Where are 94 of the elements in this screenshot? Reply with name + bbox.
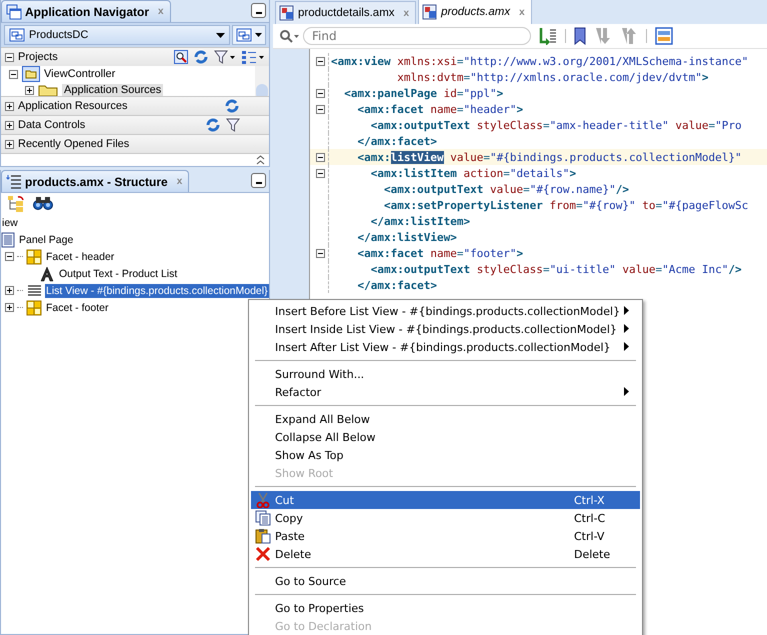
tree-node[interactable]: Output Text - Product List <box>58 266 178 280</box>
collapse-toggle[interactable] <box>5 252 14 261</box>
collapse-toggle[interactable] <box>316 248 325 258</box>
window-icon <box>9 28 25 42</box>
chevron-icon[interactable] <box>256 155 265 165</box>
code-arrow-icon[interactable] <box>539 27 557 45</box>
code-line: xmlns:dvtm="http://xmlns.oracle.com/jdev/dvtm"> <box>396 70 708 84</box>
collapse-toggle[interactable] <box>5 52 14 62</box>
folder-icon <box>22 66 40 82</box>
collapse-toggle[interactable] <box>316 152 325 162</box>
submenu-arrow-icon <box>624 386 629 396</box>
panel-title: Application Navigator <box>25 4 150 18</box>
find-field[interactable]: Find <box>303 27 531 45</box>
menu-item[interactable]: Copy Ctrl-C <box>251 509 640 527</box>
application-dropdown[interactable]: ProductsDC <box>4 25 230 45</box>
code-line: <amx:outputText styleClass="ui-title" value="Acme Inc"/> <box>370 262 742 276</box>
binoculars-icon[interactable] <box>33 195 53 211</box>
code-line: </amx:listView> <box>356 230 457 244</box>
file-tab[interactable]: products.amx x <box>418 0 532 24</box>
minimize-button[interactable] <box>251 173 266 188</box>
list-icon <box>26 284 42 298</box>
collapse-toggle[interactable] <box>316 168 325 178</box>
dropdown-arrow-icon <box>216 32 225 38</box>
menu-item[interactable]: Cut Ctrl-X <box>251 491 640 509</box>
code-line: <amx:listItem action="details"> <box>370 166 576 180</box>
collapse-toggle[interactable] <box>316 56 325 66</box>
collapse-toggle[interactable] <box>9 70 18 78</box>
expand-toggle[interactable] <box>5 286 14 295</box>
menu-item[interactable]: Surround With... <box>251 365 640 383</box>
menu-item[interactable]: Delete Delete <box>251 545 640 563</box>
clipboard-icon <box>255 528 271 544</box>
filter-icon[interactable] <box>226 118 240 132</box>
menu-item[interactable]: Insert After List View - #{bindings.products.collectionModel} <box>251 338 640 356</box>
page-icon <box>1 232 15 248</box>
code-line: </amx:facet> <box>356 134 437 148</box>
code-line: </amx:facet> <box>356 278 437 292</box>
tree-options-icon[interactable] <box>241 50 265 64</box>
menu-item[interactable]: Insert Inside List View - #{bindings.products.collectionModel} <box>251 320 640 338</box>
copy-icon <box>255 510 271 526</box>
tree-node[interactable]: Facet - footer <box>45 300 110 314</box>
scissors-icon <box>255 492 271 508</box>
panel-icon[interactable] <box>655 27 673 45</box>
refresh-icon[interactable] <box>224 98 240 114</box>
refresh-icon[interactable] <box>193 49 209 65</box>
code-line: <amx:panelPage id="ppl"> <box>343 86 504 100</box>
file-tab[interactable]: productdetails.amx x <box>275 1 416 24</box>
window-icon <box>236 28 252 42</box>
windows-icon <box>6 4 22 20</box>
tree-folder-icon[interactable] <box>7 195 25 213</box>
letter-icon <box>39 266 55 282</box>
menu-item[interactable]: Go to Properties <box>251 599 640 617</box>
expand-toggle[interactable] <box>5 102 14 110</box>
grid-icon <box>26 248 42 264</box>
delete-icon <box>255 546 271 562</box>
grid-icon <box>26 300 42 316</box>
file-icon <box>422 4 438 20</box>
outline-icon <box>6 174 22 190</box>
collapse-toggle[interactable] <box>316 88 325 98</box>
menu-item[interactable]: Collapse All Below <box>251 428 640 446</box>
dropdown-arrow-icon <box>255 33 262 37</box>
scrollbar[interactable] <box>255 66 269 96</box>
code-line: <amx:facet name="header"> <box>356 102 524 116</box>
refresh-icon[interactable] <box>205 117 221 133</box>
expand-toggle[interactable] <box>5 140 14 148</box>
code-line: <amx:facet name="footer"> <box>356 246 524 260</box>
tree-node[interactable]: Panel Page <box>18 232 74 246</box>
code-line: <amx:outputText value="#{row.name}"/> <box>382 182 630 196</box>
tree-node[interactable]: iew <box>1 216 19 230</box>
expand-toggle[interactable] <box>5 303 14 312</box>
tree-node[interactable]: List View - #{bindings.products.collectionModel} <box>45 284 269 298</box>
menu-item[interactable]: Paste Ctrl-V <box>251 527 640 545</box>
panel-title: products.amx - Structure <box>25 174 168 188</box>
menu-item[interactable]: Expand All Below <box>251 410 640 428</box>
menu-item[interactable]: Refactor <box>251 383 640 401</box>
menu-item[interactable]: Show As Top <box>251 446 640 464</box>
menu-item[interactable]: Go to Source <box>251 572 640 590</box>
tree-node[interactable]: Application Sources <box>62 84 164 96</box>
menu-item[interactable]: Insert Before List View - #{bindings.products.collectionModel} <box>251 302 640 320</box>
tree-node[interactable]: Facet - header <box>45 250 116 264</box>
search-icon[interactable] <box>174 50 188 64</box>
code-line: <amx:listView value="#{bindings.products.collectionModel}" <box>356 150 742 164</box>
code-line: <amx:outputText styleClass="amx-header-title" value="Pro <box>370 118 742 132</box>
bookmark-icon[interactable] <box>574 27 586 45</box>
expand-toggle[interactable] <box>5 120 14 130</box>
tree-node[interactable]: ViewController <box>44 68 116 80</box>
minimize-button[interactable] <box>251 3 266 18</box>
file-icon <box>279 5 295 21</box>
view-menu-button[interactable] <box>232 25 266 45</box>
filter-icon[interactable] <box>214 50 236 64</box>
code-line: <amx:setPropertyListener from="#{row}" to="#{pageFlowSc <box>382 198 748 212</box>
collapse-toggle[interactable] <box>316 104 325 114</box>
code-line: </amx:listItem> <box>370 214 470 228</box>
code-line: <amx:view xmlns:xsi="http://www.w3.org/2001/XMLSchema-instance" <box>331 54 748 68</box>
expand-toggle[interactable] <box>25 86 34 94</box>
